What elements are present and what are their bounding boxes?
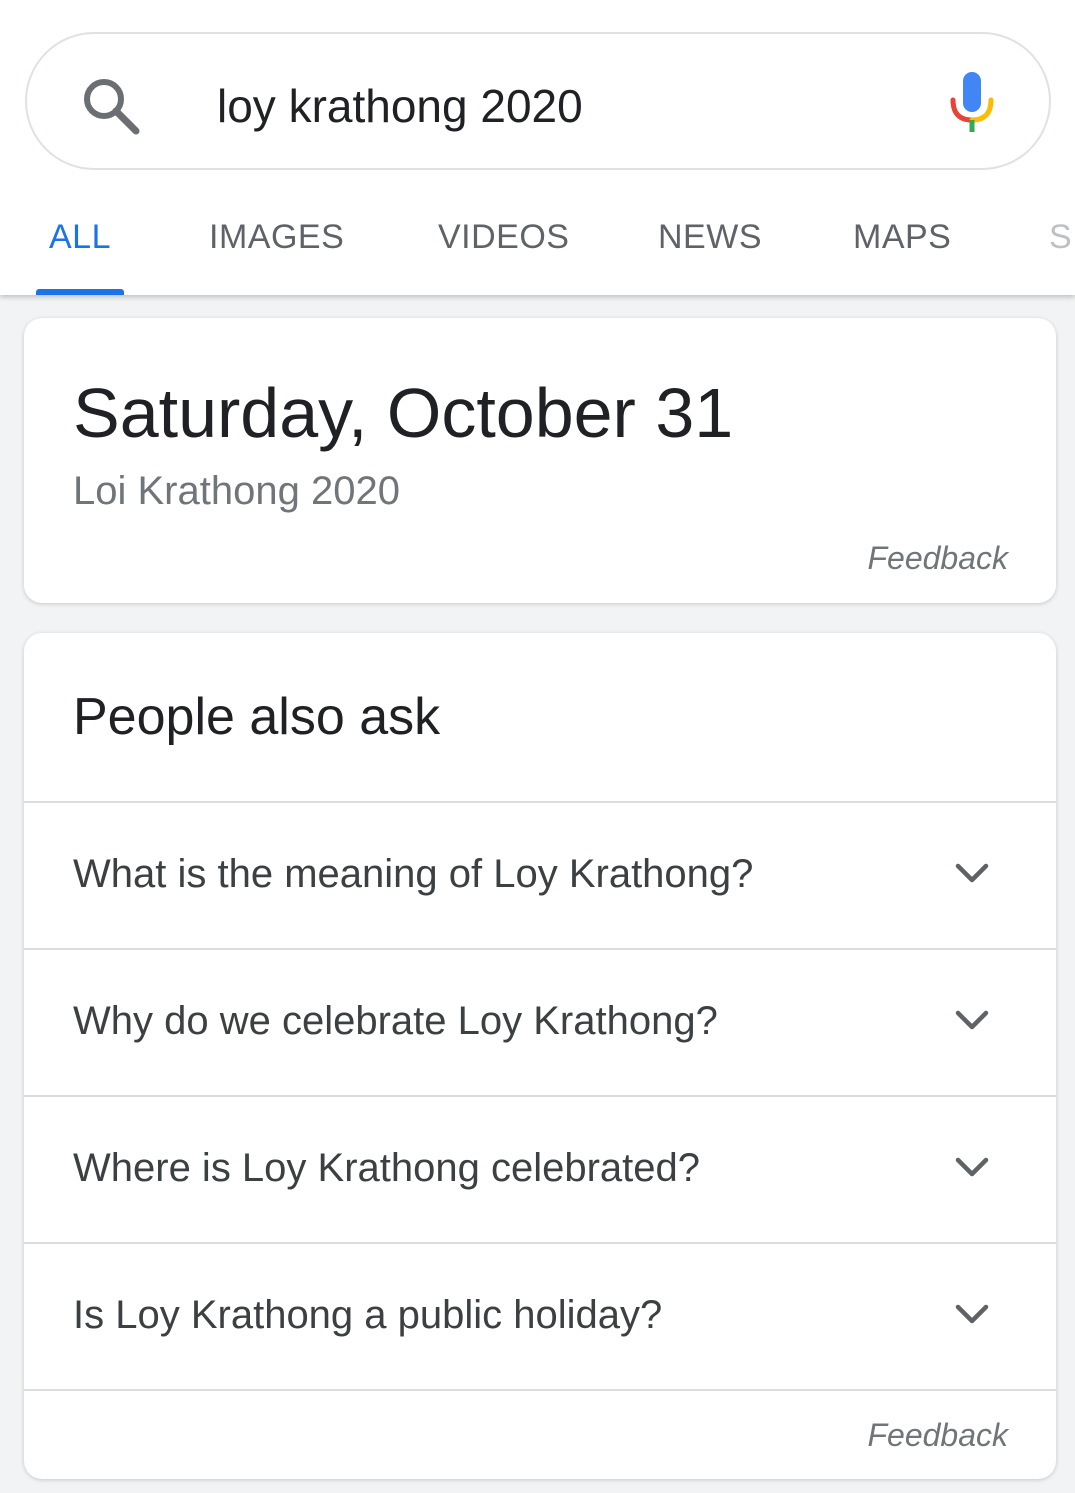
people-also-ask-title: People also ask (73, 688, 441, 746)
people-also-ask-footer: Feedback (24, 1389, 1056, 1479)
chevron-down-icon[interactable] (954, 1155, 990, 1179)
tab-videos[interactable]: VIDEOS (438, 217, 569, 257)
tab-shopping[interactable]: S (1049, 217, 1072, 257)
search-bar[interactable]: loy krathong 2020 (25, 32, 1051, 170)
chevron-down-icon[interactable] (954, 861, 990, 885)
people-also-ask-card: People also ask What is the meaning of L… (24, 633, 1056, 1479)
question-item[interactable]: Is Loy Krathong a public holiday? (24, 1242, 1056, 1389)
tab-news[interactable]: NEWS (658, 217, 762, 257)
tab-images[interactable]: IMAGES (209, 217, 344, 257)
tab-maps[interactable]: MAPS (853, 217, 951, 257)
question-item[interactable]: Why do we celebrate Loy Krathong? (24, 948, 1056, 1095)
active-tab-indicator (36, 289, 124, 295)
feedback-link[interactable]: Feedback (867, 1417, 1008, 1453)
search-tabs: ALL IMAGES VIDEOS NEWS MAPS S (0, 195, 1075, 295)
question-text: Where is Loy Krathong celebrated? (73, 1146, 701, 1190)
search-icon[interactable] (79, 74, 143, 138)
question-text: What is the meaning of Loy Krathong? (73, 852, 754, 896)
tab-all[interactable]: ALL (49, 217, 111, 257)
question-item[interactable]: What is the meaning of Loy Krathong? (24, 801, 1056, 948)
answer-date: Saturday, October 31 (73, 374, 734, 452)
question-text: Why do we celebrate Loy Krathong? (73, 999, 718, 1043)
answer-subtitle: Loi Krathong 2020 (73, 469, 400, 513)
date-answer-card: Saturday, October 31 Loi Krathong 2020 F… (24, 318, 1056, 603)
question-item[interactable]: Where is Loy Krathong celebrated? (24, 1095, 1056, 1242)
search-input[interactable]: loy krathong 2020 (217, 78, 583, 134)
chevron-down-icon[interactable] (954, 1302, 990, 1326)
chevron-down-icon[interactable] (954, 1008, 990, 1032)
feedback-link[interactable]: Feedback (867, 540, 1008, 576)
mic-icon[interactable] (947, 70, 997, 136)
header: loy krathong 2020 ALL IMAGES VIDEOS NEWS… (0, 0, 1075, 295)
question-text: Is Loy Krathong a public holiday? (73, 1293, 663, 1337)
